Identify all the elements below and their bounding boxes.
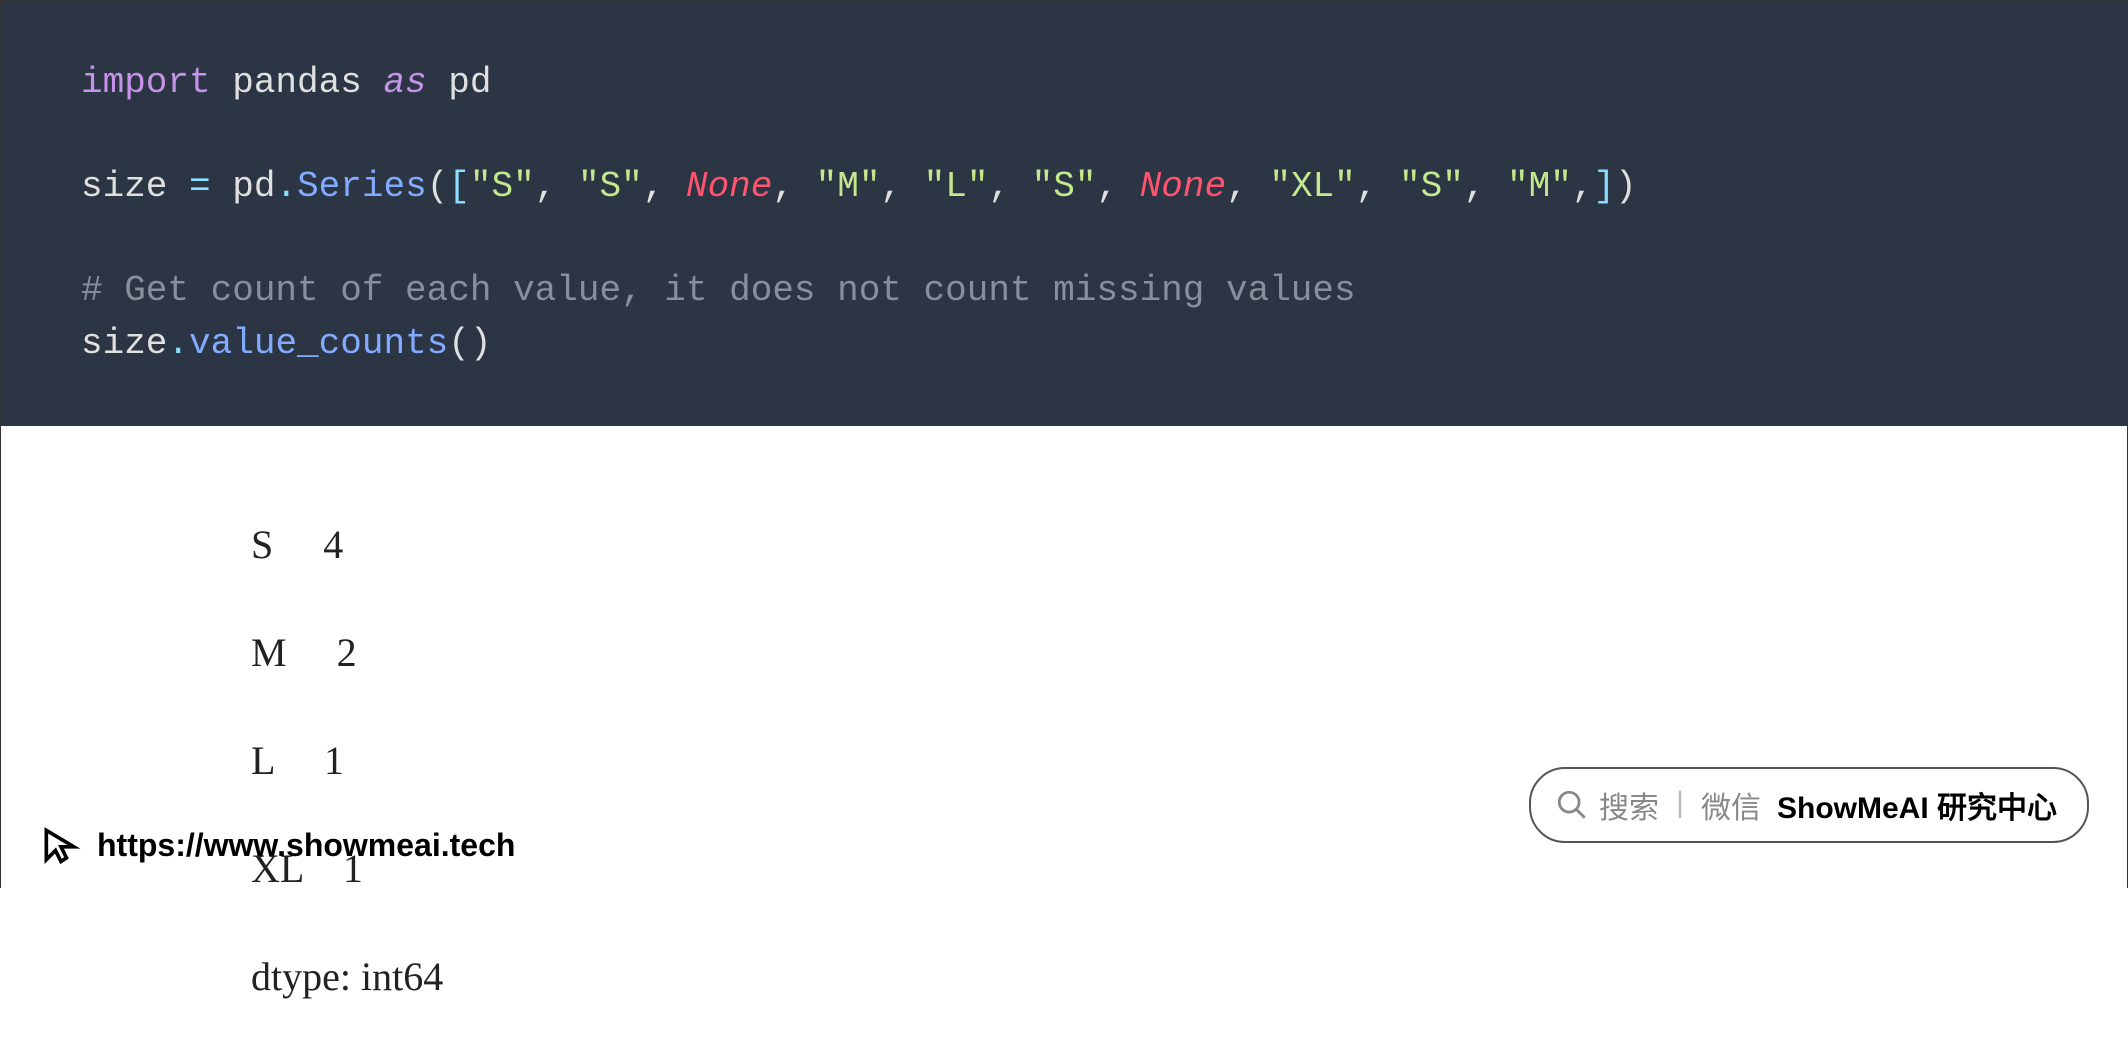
paren-open: ( xyxy=(427,166,449,207)
pill-brand-label: ShowMeAI 研究中心 xyxy=(1777,783,2057,827)
paren-open2: ( xyxy=(448,323,470,364)
str-m2: "M" xyxy=(1507,166,1572,207)
code-block: import pandas as pd size = pd.Series(["S… xyxy=(1,1,2127,426)
bracket-open: [ xyxy=(448,166,470,207)
str-s2: "S" xyxy=(578,166,643,207)
alias-pd: pd xyxy=(427,62,492,103)
str-l1: "L" xyxy=(924,166,989,207)
keyword-as: as xyxy=(383,62,426,103)
op-dot2: . xyxy=(167,323,189,364)
comment: # Get count of each value, it does not c… xyxy=(81,270,1356,311)
output-row-2: M 2 xyxy=(251,626,2127,680)
comma-3: , xyxy=(772,166,815,207)
search-icon xyxy=(1555,788,1589,822)
ref-pd: pd xyxy=(211,166,276,207)
bracket-close: ] xyxy=(1593,166,1615,207)
search-pill[interactable]: 搜索 | 微信 ShowMeAI 研究中心 xyxy=(1529,767,2089,843)
output-row-5: dtype: int64 xyxy=(251,950,2127,1004)
comma-5: , xyxy=(988,166,1031,207)
pill-separator: | xyxy=(1671,788,1689,822)
pill-wechat-label: 微信 xyxy=(1701,783,1761,827)
ref-size: size xyxy=(81,323,167,364)
str-m1: "M" xyxy=(816,166,881,207)
code-line-6: size.value_counts() xyxy=(81,318,2047,370)
comma-1: , xyxy=(535,166,578,207)
code-line-1: import pandas as pd xyxy=(81,57,2047,109)
paren-close2: ) xyxy=(470,323,492,364)
comma-9: , xyxy=(1464,166,1507,207)
comma-6: , xyxy=(1096,166,1139,207)
blank-line-2 xyxy=(81,213,2047,265)
footer-url-text: https://www.showmeai.tech xyxy=(97,827,515,864)
output-block: S 4 M 2 L 1 XL 1 dtype: int64 xyxy=(1,426,2127,1058)
pill-search-label: 搜索 xyxy=(1599,783,1659,827)
str-s3: "S" xyxy=(1032,166,1097,207)
footer-link[interactable]: https://www.showmeai.tech xyxy=(39,823,515,867)
comma-8: , xyxy=(1356,166,1399,207)
comma-7: , xyxy=(1226,166,1269,207)
none-2: None xyxy=(1140,166,1226,207)
str-xl: "XL" xyxy=(1269,166,1355,207)
none-1: None xyxy=(686,166,772,207)
comma-trail: , xyxy=(1572,166,1594,207)
code-line-3: size = pd.Series(["S", "S", None, "M", "… xyxy=(81,161,2047,213)
keyword-import: import xyxy=(81,62,211,103)
blank-line-1 xyxy=(81,109,2047,161)
paren-close: ) xyxy=(1615,166,1637,207)
method-series: Series xyxy=(297,166,427,207)
var-size: size xyxy=(81,166,189,207)
code-line-5: # Get count of each value, it does not c… xyxy=(81,265,2047,317)
str-s1: "S" xyxy=(470,166,535,207)
module-pandas: pandas xyxy=(211,62,384,103)
comma-2: , xyxy=(643,166,686,207)
comma-4: , xyxy=(880,166,923,207)
op-dot: . xyxy=(275,166,297,207)
method-value-counts: value_counts xyxy=(189,323,448,364)
str-s4: "S" xyxy=(1399,166,1464,207)
output-row-1: S 4 xyxy=(251,518,2127,572)
op-eq: = xyxy=(189,166,211,207)
cursor-icon xyxy=(39,823,83,867)
